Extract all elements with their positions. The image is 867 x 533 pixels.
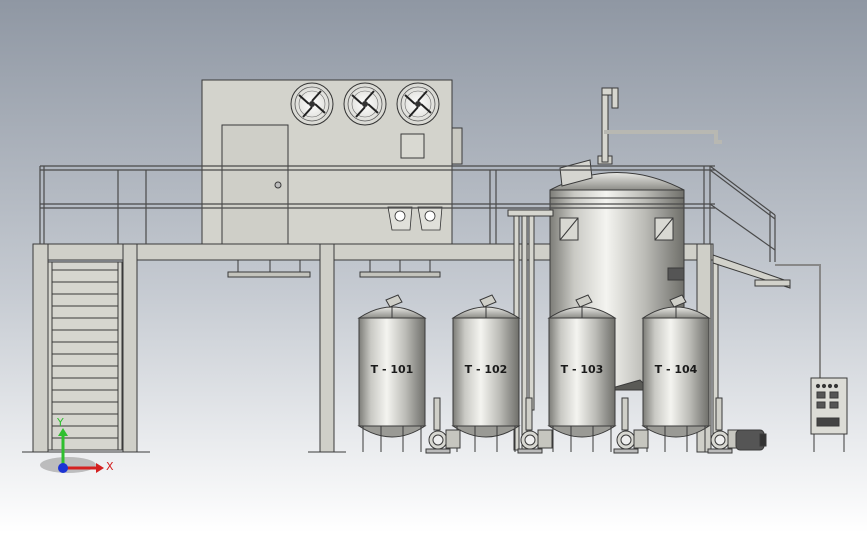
tank-label: T - 101 [371, 363, 414, 376]
platform-leg [32, 243, 49, 453]
tank-label: T - 102 [465, 363, 508, 376]
tank: T - 101 [357, 294, 427, 452]
motor-icon [735, 429, 767, 451]
tank: T - 104 [641, 294, 711, 452]
fan-icon [396, 82, 440, 126]
tank: T - 103 [547, 294, 617, 452]
x-axis-label: X [106, 460, 114, 473]
door-handle-icon [274, 181, 282, 189]
vent-panel [400, 133, 425, 159]
tank: T - 102 [451, 294, 521, 452]
cad-scene: T - 101 T - 102 T - 103 T - 104 X Y [0, 0, 867, 533]
fan-icon [290, 82, 334, 126]
platform-leg [122, 243, 138, 453]
origin-icon [58, 463, 68, 473]
platform-leg [319, 243, 335, 453]
y-axis-label: Y [56, 416, 64, 429]
fan-array [290, 82, 440, 126]
tank-label: T - 103 [561, 363, 604, 376]
fan-icon [343, 82, 387, 126]
tank-label: T - 104 [655, 363, 698, 376]
